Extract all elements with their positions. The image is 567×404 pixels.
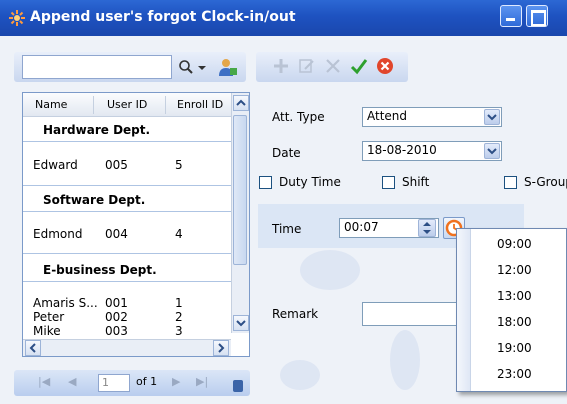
table-cell-user-id[interactable]: 001 [105,296,128,310]
group-header[interactable]: Hardware Dept. [43,123,150,137]
spinner-arrows-icon [423,222,431,234]
next-page-icon[interactable]: ▶ [172,375,186,389]
background-decoration [300,250,360,290]
page-number-input[interactable]: 1 [98,374,130,392]
time-presets-dropdown: 09:00 12:00 13:00 18:00 19:00 23:00 [456,228,567,392]
group-divider [23,185,231,186]
column-divider [93,96,94,114]
remark-input[interactable] [362,302,458,326]
group-divider [23,211,231,212]
table-cell-enroll-id[interactable]: 4 [175,227,183,241]
table-cell-name[interactable]: Mike [33,324,61,338]
shift-checkbox[interactable] [382,176,395,189]
last-page-icon[interactable]: ▶| [196,375,210,389]
table-cell-name[interactable]: Peter [33,310,64,324]
duty-time-checkbox[interactable] [259,176,272,189]
group-header[interactable]: E-business Dept. [43,263,157,277]
window-title: Append user's forgot Clock-in/out [30,9,296,25]
group-divider [23,281,231,282]
att-type-label: Att. Type [272,110,325,124]
time-value: 00:07 [344,220,379,234]
chevron-left-icon [29,343,36,353]
date-value: 18-08-2010 [367,143,437,157]
chevron-down-icon [487,114,497,121]
date-picker[interactable]: 18-08-2010 [362,141,502,161]
table-cell-user-id[interactable]: 003 [105,324,128,338]
time-preset-item[interactable]: 19:00 [497,341,532,355]
chevron-down-icon[interactable] [198,59,206,75]
column-divider [165,96,166,114]
shift-label: Shift [402,175,430,189]
app-icon [9,10,25,26]
chevron-down-icon [487,148,497,155]
column-header-name[interactable]: Name [35,98,67,111]
table-cell-name[interactable]: Edward [33,158,78,172]
table-cell-user-id[interactable]: 002 [105,310,128,324]
time-preset-item[interactable]: 12:00 [497,263,532,277]
date-dropdown-button[interactable] [484,143,500,159]
chevron-down-icon [236,320,246,327]
first-page-icon[interactable]: |◀ [38,375,52,389]
page-count-label: of 1 [136,375,158,388]
date-label: Date [272,146,301,160]
group-divider [23,253,231,254]
s-group-label: S-Group [524,175,567,189]
user-grid[interactable]: Name User ID Enroll ID Hardware Dept. Ed… [22,92,250,357]
scroll-left-button[interactable] [25,340,41,356]
title-bar: Append user's forgot Clock-in/out [0,0,567,36]
background-decoration [390,330,420,390]
att-type-dropdown-button[interactable] [484,109,500,125]
time-preset-item[interactable]: 23:00 [497,367,532,381]
scroll-thumb[interactable] [233,115,247,265]
table-cell-enroll-id[interactable]: 3 [175,324,183,338]
search-icon[interactable] [178,59,194,75]
column-header-enroll-id[interactable]: Enroll ID [177,98,223,111]
s-group-checkbox[interactable] [504,176,517,189]
time-preset-item[interactable]: 18:00 [497,315,532,329]
grid-header: Name User ID Enroll ID [23,93,231,117]
scroll-up-button[interactable] [233,95,249,111]
confirm-icon[interactable] [350,57,368,75]
duty-time-label: Duty Time [279,175,341,189]
time-preset-item[interactable]: 13:00 [497,289,532,303]
search-input[interactable] [22,55,172,79]
time-spinner[interactable] [418,219,436,237]
edit-icon[interactable] [298,57,316,75]
delete-icon[interactable] [324,57,342,75]
table-cell-name[interactable]: Amaris S... [33,296,98,310]
background-decoration [280,360,320,390]
table-cell-name[interactable]: Edmond [33,227,82,241]
table-cell-enroll-id[interactable]: 2 [175,310,183,324]
table-cell-enroll-id[interactable]: 5 [175,158,183,172]
chevron-right-icon [218,343,225,353]
time-label: Time [272,222,302,236]
time-preset-item[interactable]: 09:00 [497,237,532,251]
scroll-down-button[interactable] [233,315,249,331]
group-divider [23,141,231,142]
user-icon[interactable] [218,57,238,77]
pager-menu-icon[interactable] [233,380,243,392]
scroll-right-button[interactable] [213,340,229,356]
group-header[interactable]: Software Dept. [43,193,145,207]
dropdown-gutter [457,229,471,391]
table-cell-user-id[interactable]: 004 [105,227,128,241]
cancel-icon[interactable] [376,57,394,75]
chevron-up-icon [236,99,246,106]
table-cell-enroll-id[interactable]: 1 [175,296,183,310]
horizontal-scrollbar[interactable] [23,339,231,356]
att-type-select[interactable]: Attend [362,107,502,127]
maximize-button[interactable] [526,5,548,27]
minimize-button[interactable] [500,5,522,27]
att-type-value: Attend [367,109,408,123]
remark-label: Remark [272,307,319,321]
table-cell-user-id[interactable]: 005 [105,158,128,172]
add-icon[interactable] [272,57,290,75]
prev-page-icon[interactable]: ◀ [68,375,82,389]
column-header-user-id[interactable]: User ID [107,98,147,111]
